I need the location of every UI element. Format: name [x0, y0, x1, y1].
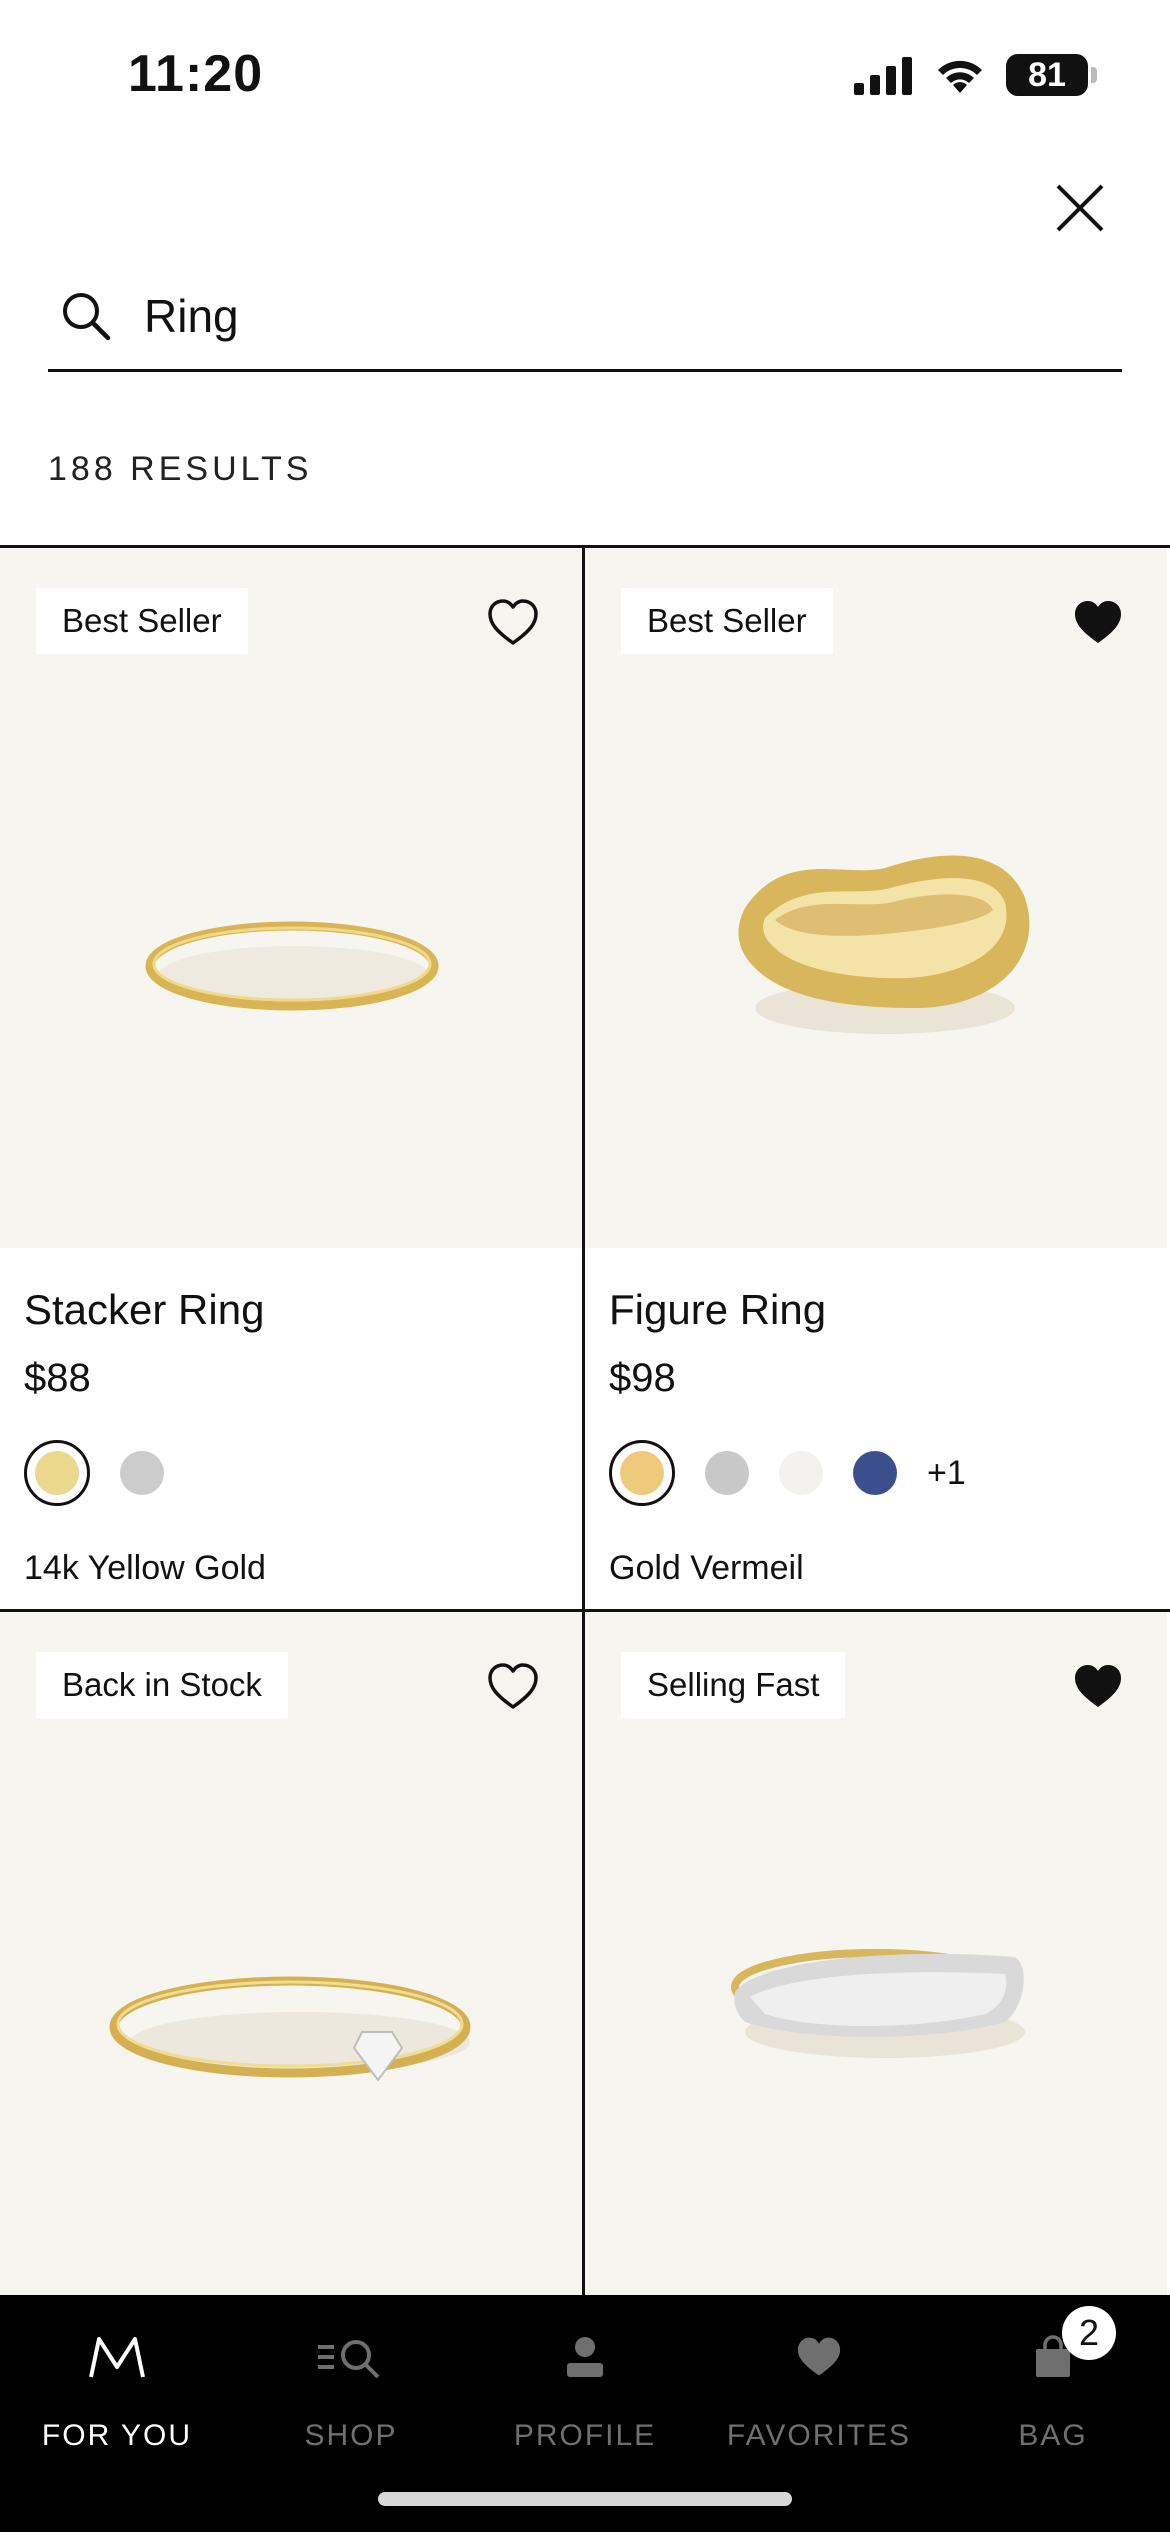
product-metal: Gold Vermeil: [609, 1549, 804, 1587]
person-icon: [567, 2337, 603, 2377]
ring-image: [738, 855, 1030, 1034]
m-logo-icon: [89, 2337, 145, 2378]
heart-icon: [797, 2337, 841, 2376]
swatch-silver[interactable]: [705, 1451, 749, 1495]
product-image[interactable]: Back in Stock: [0, 1612, 582, 2312]
shop-search-icon: [318, 2340, 380, 2379]
search-input[interactable]: [144, 288, 1044, 343]
product-card[interactable]: Selling Fast: [585, 1612, 1167, 2312]
product-price: $98: [609, 1356, 676, 1400]
product-info: Figure Ring $98 +1 Gold Vermeil: [585, 1248, 1167, 1588]
more-swatches[interactable]: +1: [927, 1454, 966, 1493]
swatch-gold-selected[interactable]: [609, 1440, 675, 1506]
status-icons: 81: [854, 54, 1097, 96]
tab-label: PROFILE: [513, 2419, 657, 2452]
search-icon: [63, 292, 111, 340]
battery-indicator: 81: [1006, 54, 1097, 96]
product-image[interactable]: Best Seller: [585, 548, 1167, 1248]
tab-for-you[interactable]: FOR YOU: [0, 2325, 234, 2453]
ring-image: [731, 1949, 1025, 2058]
swatch-yellow-gold-selected[interactable]: [24, 1440, 90, 1506]
swatch-white[interactable]: [779, 1451, 823, 1495]
product-grid: Best Seller Stacker Ring $88 14k Yellow …: [0, 545, 1170, 2312]
product-metal: 14k Yellow Gold: [24, 1549, 266, 1587]
tab-profile[interactable]: PROFILE: [468, 2325, 702, 2453]
product-image[interactable]: Selling Fast: [585, 1612, 1167, 2312]
ring-image: [109, 1976, 471, 2082]
swatch-silver[interactable]: [120, 1451, 164, 1495]
product-name: Figure Ring: [609, 1286, 827, 1333]
tab-shop[interactable]: SHOP: [234, 2325, 468, 2453]
wifi-icon: [938, 60, 982, 93]
status-time: 11:20: [128, 45, 264, 103]
swatch-blue[interactable]: [853, 1451, 897, 1495]
home-indicator[interactable]: [378, 2492, 792, 2506]
tab-label: FAVORITES: [726, 2419, 912, 2452]
cellular-signal-icon: [854, 57, 912, 95]
ring-image: [145, 921, 439, 1011]
product-price: $88: [24, 1356, 91, 1400]
color-swatches: [24, 1439, 558, 1507]
product-image[interactable]: Best Seller: [0, 548, 582, 1248]
tab-label: SHOP: [304, 2419, 398, 2452]
status-bar: 11:20 81: [0, 0, 1170, 150]
search-bar: [48, 262, 1122, 372]
close-icon: [1056, 184, 1104, 232]
bag-count-badge: 2: [1062, 2306, 1116, 2360]
close-button[interactable]: [1050, 178, 1110, 238]
tab-favorites[interactable]: FAVORITES: [702, 2325, 936, 2453]
product-info: Stacker Ring $88 14k Yellow Gold: [0, 1248, 582, 1588]
product-card[interactable]: Best Seller Stacker Ring $88 14k Yellow …: [0, 548, 582, 1588]
results-count: 188 RESULTS: [48, 450, 313, 488]
tab-label: BAG: [1018, 2419, 1088, 2452]
product-card[interactable]: Best Seller Figure Ring $98 +1 Gold Verm…: [585, 548, 1167, 1588]
product-name: Stacker Ring: [24, 1286, 265, 1333]
tab-label: FOR YOU: [41, 2419, 193, 2452]
product-card[interactable]: Back in Stock: [0, 1612, 582, 2312]
color-swatches: +1: [609, 1439, 1143, 1507]
tab-bag[interactable]: BAG: [936, 2325, 1170, 2453]
